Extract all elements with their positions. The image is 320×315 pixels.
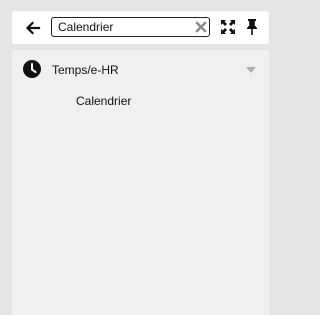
arrow-left-icon[interactable] [25, 20, 41, 36]
menu-group-label: Temps/e-HR [52, 63, 119, 77]
close-x-icon[interactable] [195, 21, 207, 33]
clock-icon [23, 60, 41, 78]
menu-group-temps-ehr[interactable]: Temps/e-HR [12, 58, 269, 82]
caret-down-icon[interactable] [246, 67, 256, 73]
menu-panel: Temps/e-HR Calendrier [12, 50, 269, 315]
expand-arrows-icon[interactable] [221, 20, 235, 34]
menu-item-calendrier[interactable]: Calendrier [76, 94, 131, 108]
search-box [51, 17, 210, 37]
search-input[interactable] [58, 19, 188, 35]
top-toolbar [12, 11, 269, 44]
pushpin-icon[interactable] [246, 19, 258, 35]
